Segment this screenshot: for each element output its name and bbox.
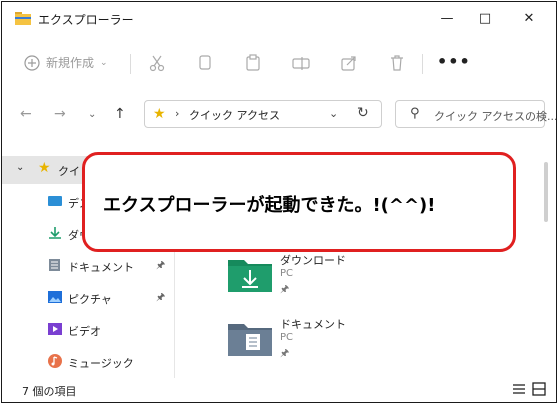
more-options-button[interactable]: ••• xyxy=(437,52,471,71)
video-icon xyxy=(48,323,62,335)
pin-icon[interactable]: 🖈 xyxy=(156,290,165,307)
sidebar-item-label: ピクチャ xyxy=(68,293,112,306)
folder-location: PC xyxy=(280,332,294,343)
up-arrow-icon[interactable]: ↑ xyxy=(114,106,126,122)
sidebar-item-pictures[interactable]: ピクチャ 🖈 xyxy=(2,284,172,312)
window-title: エクスプローラー xyxy=(38,13,134,27)
paste-icon[interactable] xyxy=(244,54,262,72)
sidebar-item-documents[interactable]: ドキュメント 🖈 xyxy=(2,252,172,280)
annotation-callout: エクスプローラーが起動できた。!(^^)! xyxy=(82,152,516,252)
cut-icon[interactable] xyxy=(148,54,166,72)
pin-icon: 🖈 xyxy=(280,284,290,295)
chevron-down-icon: ⌄ xyxy=(100,57,108,68)
delete-icon[interactable] xyxy=(388,54,406,72)
documents-folder-icon xyxy=(228,324,272,356)
minimize-button[interactable]: — xyxy=(438,10,456,28)
search-placeholder: クイック アクセスの検... xyxy=(434,110,557,123)
close-button[interactable]: ✕ xyxy=(520,10,538,28)
music-icon xyxy=(48,354,62,368)
expand-chevron-icon[interactable]: ⌄ xyxy=(16,162,24,173)
command-bar: 新規作成 ⌄ ••• xyxy=(2,42,556,82)
star-icon: ★ xyxy=(153,106,166,122)
address-row: ← → ⌄ ↑ ★ › クイック アクセス ⌄ ↻ ⚲ クイック アクセスの検.… xyxy=(2,94,556,134)
vertical-scrollbar[interactable] xyxy=(544,162,548,222)
download-icon xyxy=(49,227,61,239)
pin-icon: 🖈 xyxy=(280,348,290,359)
sidebar-item-label: ミュージック xyxy=(68,357,134,370)
address-path: クイック アクセス xyxy=(189,109,280,122)
item-count: 7 個の項目 xyxy=(22,385,77,398)
explorer-window: エクスプローラー — □ ✕ 新規作成 ⌄ ••• ← → ⌄ ↑ ★ › クイ… xyxy=(1,1,557,403)
new-button[interactable]: 新規作成 ⌄ xyxy=(24,54,108,71)
share-icon[interactable] xyxy=(340,54,358,72)
search-icon: ⚲ xyxy=(410,106,420,121)
new-button-label: 新規作成 xyxy=(46,56,95,70)
folder-item-downloads[interactable]: ダウンロード PC 🖈 xyxy=(228,252,428,302)
sidebar-item-label: ドキュメント xyxy=(68,261,134,274)
sidebar-item-label: ビデオ xyxy=(68,325,101,338)
sidebar-item-music[interactable]: ミュージック xyxy=(2,348,172,376)
back-arrow-icon[interactable]: ← xyxy=(20,106,32,122)
sidebar-item-videos[interactable]: ビデオ xyxy=(2,316,172,344)
recent-chevron-icon[interactable]: ⌄ xyxy=(88,109,96,120)
folder-location: PC xyxy=(280,268,294,279)
folder-app-icon xyxy=(15,12,31,25)
folder-name: ドキュメント xyxy=(280,318,346,331)
details-view-icon[interactable] xyxy=(512,382,526,396)
star-icon: ★ xyxy=(38,160,51,176)
document-icon xyxy=(49,259,60,271)
search-box[interactable]: ⚲ クイック アクセスの検... xyxy=(395,100,556,128)
download-folder-icon xyxy=(228,260,272,292)
folder-item-documents[interactable]: ドキュメント PC 🖈 xyxy=(228,316,428,366)
folder-name: ダウンロード xyxy=(280,254,346,267)
rename-icon[interactable] xyxy=(292,54,310,72)
status-bar: 7 個の項目 xyxy=(2,378,556,402)
maximize-button[interactable]: □ xyxy=(476,10,494,28)
title-bar: エクスプローラー — □ ✕ xyxy=(2,2,556,36)
desktop-icon xyxy=(48,196,62,206)
address-dropdown-icon[interactable]: ⌄ xyxy=(329,107,338,120)
copy-icon[interactable] xyxy=(196,54,214,72)
toolbar-divider xyxy=(422,54,423,74)
address-bar[interactable]: ★ › クイック アクセス ⌄ ↻ xyxy=(144,100,382,128)
callout-text: エクスプローラーが起動できた。!(^^)! xyxy=(103,195,436,216)
plus-circle-icon xyxy=(24,54,40,71)
toolbar-divider xyxy=(130,54,131,74)
pin-icon[interactable]: 🖈 xyxy=(156,258,165,275)
refresh-icon[interactable]: ↻ xyxy=(357,105,369,121)
tiles-view-icon[interactable] xyxy=(532,382,546,396)
forward-arrow-icon[interactable]: → xyxy=(54,106,66,122)
picture-icon xyxy=(48,291,62,303)
breadcrumb-chevron-icon: › xyxy=(175,107,180,120)
